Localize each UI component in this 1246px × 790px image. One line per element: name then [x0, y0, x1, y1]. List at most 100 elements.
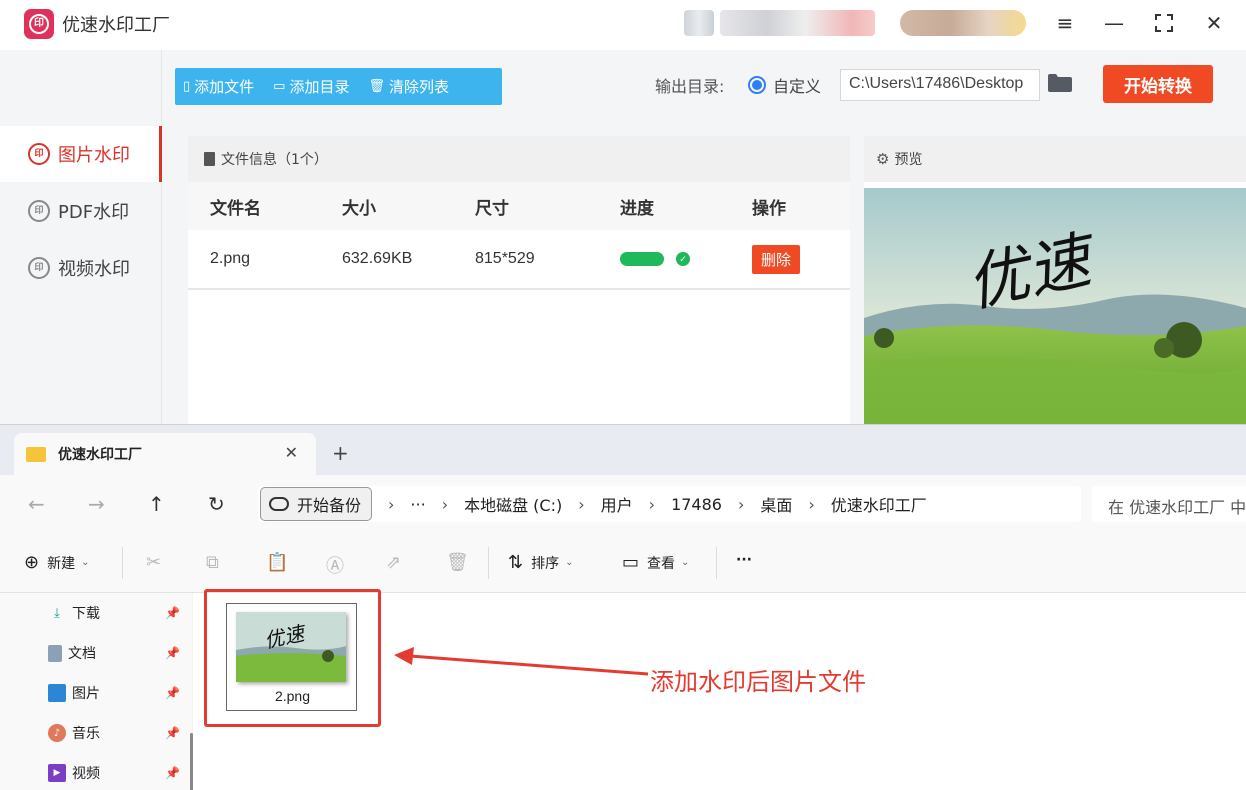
folder-icon: [26, 446, 46, 462]
table-header: 文件名 大小 尺寸 进度 操作: [188, 182, 850, 230]
command-bar: ⊕ 新建 ⌄ ✂ ⧉ 📋 Ⓐ ⇗ 🗑 ⇅ 排序 ⌄ ▭ 查看 ⌄ ···: [0, 533, 1246, 593]
cut-icon[interactable]: ✂: [146, 552, 169, 573]
delete-button[interactable]: 删除: [752, 244, 801, 274]
breadcrumb-item[interactable]: › 本地磁盘 (C:): [442, 492, 563, 516]
nav-item-label: 下载: [72, 606, 100, 622]
nav-item-videos[interactable]: ▶ 视频 📌: [48, 761, 180, 785]
clear-list-button[interactable]: 🗑 清除列表: [360, 68, 460, 105]
search-input[interactable]: 在 优速水印工厂 中: [1092, 486, 1246, 522]
minimize-icon[interactable]: —: [1096, 8, 1132, 38]
pin-icon[interactable]: 📌: [165, 686, 180, 700]
sidebar: 印 图片水印 印 PDF水印 印 视频水印: [0, 50, 162, 430]
close-icon[interactable]: ✕: [1196, 8, 1232, 38]
plus-circle-icon: ⊕: [24, 552, 40, 573]
breadcrumb-item[interactable]: › 桌面: [738, 492, 792, 516]
nav-item-label: 图片: [72, 686, 100, 702]
close-tab-icon[interactable]: ✕: [285, 443, 298, 462]
chevron-right-icon: ›: [578, 494, 585, 514]
browse-folder-icon[interactable]: [1048, 74, 1072, 92]
pin-icon[interactable]: 📌: [165, 646, 180, 660]
back-arrow-icon[interactable]: ←: [28, 492, 45, 516]
check-icon: ✓: [676, 252, 690, 266]
breadcrumb-item[interactable]: › 17486: [649, 495, 722, 514]
file-name-cell: 2.png: [210, 250, 251, 267]
app-title: 优速水印工厂: [62, 15, 170, 36]
breadcrumb-label: 本地磁盘 (C:): [464, 496, 563, 515]
sidebar-item-label: 图片水印: [58, 145, 130, 166]
app-window: 印 优速水印工厂 ≡ — ✕ 印 图片水印 印 PDF水印 印 视频水印 ▯ 添…: [0, 0, 1246, 430]
paste-icon[interactable]: 📋: [266, 552, 296, 573]
forward-arrow-icon[interactable]: →: [88, 492, 105, 516]
new-label: 新建: [47, 555, 76, 572]
breadcrumb-overflow: ···: [410, 494, 426, 514]
file-icon: ▯: [183, 79, 191, 94]
up-arrow-icon[interactable]: ↑: [148, 492, 165, 516]
column-header: 大小: [342, 198, 376, 218]
pin-icon[interactable]: 📌: [165, 726, 180, 740]
nav-item-documents[interactable]: 文档 📌: [48, 641, 180, 665]
file-toolbar: ▯ 添加文件 ▭ 添加目录 🗑 清除列表: [175, 68, 502, 105]
maximize-icon[interactable]: [1146, 8, 1182, 38]
output-path-input[interactable]: C:\Users\17486\Desktop: [840, 69, 1040, 101]
chevron-right-icon: ›: [648, 494, 656, 514]
file-size-cell: 632.69KB: [342, 250, 413, 267]
breadcrumb-more[interactable]: › ···: [388, 495, 426, 514]
pin-icon[interactable]: 📌: [165, 766, 180, 780]
sort-button[interactable]: ⇅ 排序 ⌄: [508, 552, 573, 573]
sidebar-item-video-watermark[interactable]: 印 视频水印: [0, 240, 162, 296]
pin-icon[interactable]: 📌: [165, 606, 180, 620]
column-header: 文件名: [210, 198, 261, 218]
add-folder-button[interactable]: ▭ 添加目录: [265, 68, 360, 105]
nav-item-label: 视频: [72, 766, 100, 782]
address-bar[interactable]: 开始备份 › ··· › 本地磁盘 (C:) › 用户 › 17486 › 桌面…: [258, 486, 1081, 522]
document-icon: [48, 644, 62, 662]
nav-item-music[interactable]: ♪ 音乐 📌: [48, 721, 180, 745]
start-convert-button[interactable]: 开始转换: [1103, 65, 1213, 103]
refresh-icon[interactable]: ↻: [208, 492, 225, 516]
divider: [488, 547, 489, 579]
chevron-right-icon: ›: [441, 494, 449, 514]
download-icon: ⤓: [54, 605, 60, 621]
document-icon: [204, 152, 215, 166]
backup-button[interactable]: 开始备份: [260, 487, 373, 521]
nav-item-label: 文档: [68, 646, 96, 662]
add-file-label: 添加文件: [194, 78, 255, 96]
chevron-down-icon: ⌄: [565, 557, 574, 568]
copy-icon[interactable]: ⧉: [206, 552, 227, 573]
breadcrumb-item[interactable]: › 优速水印工厂: [808, 492, 926, 516]
tab-title: 优速水印工厂: [58, 447, 142, 463]
add-file-button[interactable]: ▯ 添加文件: [175, 68, 265, 105]
new-button[interactable]: ⊕ 新建 ⌄: [24, 552, 89, 573]
nav-item-downloads[interactable]: ⤓ 下载 📌: [48, 601, 180, 625]
sidebar-item-pdf-watermark[interactable]: 印 PDF水印: [0, 183, 162, 239]
menu-icon[interactable]: ≡: [1047, 8, 1083, 38]
nav-item-pictures[interactable]: 图片 📌: [48, 681, 180, 705]
sidebar-item-label: PDF水印: [58, 202, 130, 223]
custom-dir-radio-label[interactable]: 自定义: [773, 73, 821, 97]
share-icon[interactable]: ⇗: [386, 552, 409, 573]
breadcrumb-label: 桌面: [760, 496, 793, 515]
divider: [716, 547, 717, 579]
delete-icon[interactable]: 🗑: [446, 552, 477, 573]
blurred-account-badge[interactable]: [900, 10, 1026, 36]
nav-item-label: 音乐: [72, 726, 100, 742]
new-tab-button[interactable]: +: [332, 441, 349, 465]
more-options-button[interactable]: ···: [736, 552, 752, 568]
blurred-account-info: [720, 10, 875, 36]
sidebar-item-image-watermark[interactable]: 印 图片水印: [0, 126, 162, 182]
rename-icon[interactable]: Ⓐ: [326, 552, 352, 578]
view-button[interactable]: ▭ 查看 ⌄: [622, 552, 689, 573]
table-row[interactable]: 2.png 632.69KB 815*529 ✓ 删除: [188, 230, 850, 290]
breadcrumb-label: 用户: [600, 496, 633, 515]
breadcrumb-label: 优速水印工厂: [830, 496, 927, 515]
preview-image: 优速: [864, 188, 1246, 430]
custom-dir-radio[interactable]: [748, 76, 766, 94]
add-folder-label: 添加目录: [289, 78, 350, 96]
chevron-down-icon: ⌄: [81, 557, 90, 568]
view-label: 查看: [647, 555, 676, 572]
tab-explorer-folder[interactable]: 优速水印工厂 ✕: [14, 433, 316, 475]
breadcrumb-item[interactable]: › 用户: [578, 492, 632, 516]
annotation-arrow: [394, 647, 649, 676]
column-header: 尺寸: [475, 198, 509, 218]
tab-bar: 优速水印工厂 ✕ +: [0, 425, 1246, 475]
